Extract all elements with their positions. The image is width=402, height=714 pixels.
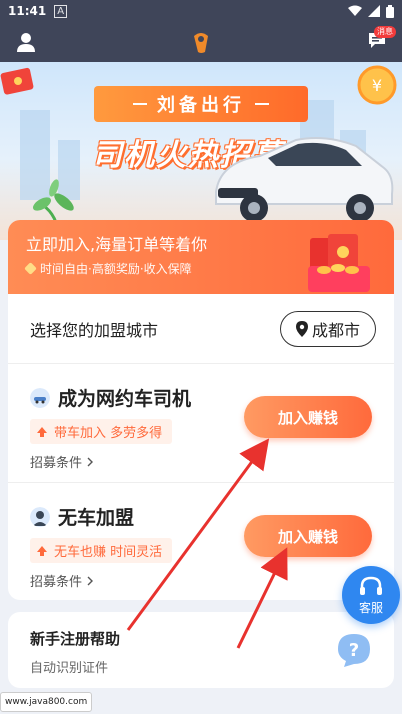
watermark: www.java800.com [0,692,93,712]
option-tag-text: 带车加入 多劳多得 [54,426,163,441]
diamond-icon [24,262,37,275]
join-no-car-button[interactable]: 加入赚钱 [244,515,372,557]
notification-a-icon: A [54,4,68,18]
car-illustration [215,137,394,222]
chevron-right-icon [87,576,94,585]
brand-ribbon: 刘备出行 [94,86,308,122]
wifi-icon [348,5,362,16]
join-driver-button[interactable]: 加入赚钱 [244,396,372,438]
battery-icon [386,4,394,18]
city-select-label: 选择您的加盟城市 [30,320,159,340]
arrow-up-icon [37,545,47,556]
status-bar: 11:41 A [0,0,402,22]
registration-help-card[interactable]: 新手注册帮助 自动识别证件 ? [8,612,394,688]
option-tag: 无车也赚 时间灵活 [30,538,173,563]
gift-box-icon [308,234,370,292]
chevron-right-icon [87,457,94,466]
city-select-button[interactable]: 成都市 [280,310,376,347]
coin-icon: ¥ [357,65,397,105]
card-header-subtitle: 时间自由·高额奖励·收入保障 [40,262,192,276]
option-no-car: 无车加盟 无车也赚 时间灵活 招募条件 加入赚钱 [8,482,394,600]
signal-icon [368,5,380,17]
option-tag-text: 无车也赚 时间灵活 [54,545,163,560]
option-driver: 成为网约车司机 带车加入 多劳多得 招募条件 加入赚钱 [8,364,394,482]
option-title: 成为网约车司机 [58,388,192,410]
option-title: 无车加盟 [58,507,135,529]
customer-service-button[interactable]: 客服 [342,566,400,624]
svg-text:?: ? [349,640,359,661]
recruit-card: 立即加入,海量订单等着你 时间自由·高额奖励·收入保障 选择您的加盟城市 成都市 [8,220,394,600]
message-badge: 消息 [374,26,396,38]
city-select-row: 选择您的加盟城市 成都市 [8,294,394,364]
recruit-banner: ¥ 刘备出行 司机火热招募中 [0,62,402,240]
recruit-conditions-link[interactable]: 招募条件 [30,571,394,590]
status-time: 11:41 [8,4,47,18]
app-bar: 消息 [0,22,402,62]
location-pin-icon [295,320,308,337]
brand-name: 刘备出行 [157,95,245,116]
headset-icon [360,576,382,595]
city-value: 成都市 [311,320,360,340]
red-envelope-icon [0,67,34,95]
app-logo-icon [194,33,208,53]
recruit-conditions-label: 招募条件 [30,575,83,590]
recruit-conditions-link[interactable]: 招募条件 [30,452,394,471]
person-avatar-icon [30,506,50,527]
svg-text:¥: ¥ [372,76,382,95]
customer-service-label: 客服 [358,600,383,615]
card-header: 立即加入,海量订单等着你 时间自由·高额奖励·收入保障 [8,220,394,294]
user-profile-icon[interactable] [14,30,38,54]
car-badge-icon [30,387,50,408]
option-tag: 带车加入 多劳多得 [30,419,173,444]
question-bubble-icon: ? [338,634,370,667]
arrow-up-icon [37,426,47,437]
status-icons [348,4,394,18]
recruit-conditions-label: 招募条件 [30,456,83,471]
